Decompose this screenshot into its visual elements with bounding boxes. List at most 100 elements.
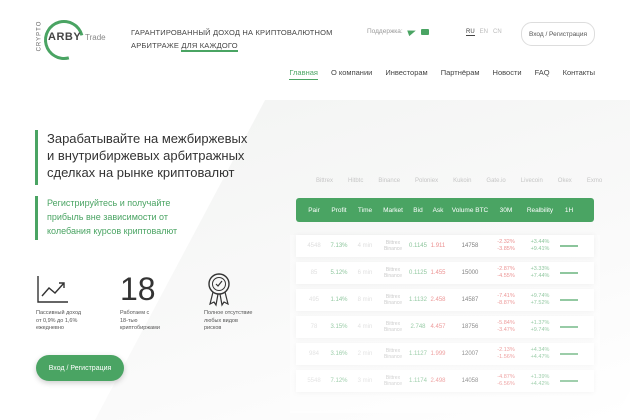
nav-news[interactable]: Новости xyxy=(493,68,522,80)
time-cell-value: 4 min xyxy=(357,243,373,249)
hero-title-line: Зарабатывайте на межбиржевых xyxy=(47,131,248,146)
profit-cell: 5.12% xyxy=(326,270,352,276)
volume-cell: 14758 xyxy=(448,243,492,249)
table-row[interactable]: 78 3.15% 4 min Bittrex Binance 2.748 4.457 1875… xyxy=(296,316,594,338)
pair-cell-value: 984 xyxy=(308,351,319,357)
m30-cell-value: -4.55% xyxy=(497,273,515,279)
market-cell-value: Binance xyxy=(383,327,403,333)
m30-cell: -5.84% -3.47% xyxy=(492,320,520,334)
logo[interactable]: CRYPTO ARBY Trade xyxy=(30,12,120,68)
hero-sub-line: Регистрируйтесь и получайте xyxy=(47,198,171,208)
market-cell-value: Binance xyxy=(383,300,403,306)
pair-cell: 495 xyxy=(302,297,326,303)
hero-title-line: и внутрибиржевых арбитражных xyxy=(47,148,245,163)
ask-cell-value: 1.455 xyxy=(430,270,446,276)
pair-cell: 984 xyxy=(302,351,326,357)
market-cell-value: Binance xyxy=(383,246,403,252)
feature-income: Пассивный доход от 0,9% до 1,6% ежедневн… xyxy=(36,270,98,333)
time-cell-value: 3 min xyxy=(357,378,373,384)
col-pair: Pair xyxy=(308,206,320,214)
realbility-cell: +1.39% +4.42% xyxy=(520,374,560,388)
m30-cell-value: -5.84% xyxy=(497,320,515,326)
table-row[interactable]: 5548 7.12% 3 min Bittrex Binance 1.1174 2.498 1… xyxy=(296,370,594,392)
bid-cell: 1.1174 xyxy=(408,378,428,384)
time-cell: 4 min xyxy=(352,243,378,249)
realbility-cell: +3.33% +7.44% xyxy=(520,266,560,280)
table-row[interactable]: 85 5.12% 6 min Bittrex Binance 0.1125 1.455 150… xyxy=(296,262,594,284)
realbility-cell-value: +9.41% xyxy=(530,246,550,252)
market-cell: Bittrex Binance xyxy=(378,375,408,387)
m30-cell-value: -7.41% xyxy=(497,293,515,299)
login-button-header[interactable]: Вход / Регистрация xyxy=(521,22,595,46)
nav-contacts[interactable]: Контакты xyxy=(563,68,595,80)
ask-cell: 1.455 xyxy=(428,270,448,276)
exchange-name: Gate.io xyxy=(486,178,506,184)
tagline-line2: АРБИТРАЖЕ ДЛЯ КАЖДОГО xyxy=(131,39,333,52)
exchange-list: Bittrex Hitbtc Binance Poloniex Kukoin G… xyxy=(316,178,602,184)
m30-cell: -4.87% -6.56% xyxy=(492,374,520,388)
hero-title: Зарабатывайте на межбиржевых и внутрибир… xyxy=(47,130,247,181)
time-cell-value: 8 min xyxy=(357,297,373,303)
bid-cell-value: 2.748 xyxy=(410,324,426,330)
hero-sub-accent-bar xyxy=(35,196,38,240)
ask-cell-value: 4.457 xyxy=(430,324,446,330)
col-market: Market xyxy=(383,206,403,214)
trend-line-icon xyxy=(560,380,578,382)
realbility-cell: +3.44% +9.41% xyxy=(520,239,560,253)
lang-ru[interactable]: RU xyxy=(466,29,475,36)
bid-cell-value: 0.1145 xyxy=(409,243,427,249)
table-header: Pair Profit Time Market Bid Ask Volume B… xyxy=(296,198,594,222)
volume-cell-value: 12007 xyxy=(461,351,479,357)
pair-cell-value: 4548 xyxy=(307,243,321,249)
telegram-icon[interactable] xyxy=(406,27,417,36)
ask-cell-value: 2.458 xyxy=(430,297,446,303)
ask-cell: 2.498 xyxy=(428,378,448,384)
col-30m: 30M xyxy=(499,206,513,214)
table-row[interactable]: 495 1.14% 8 min Bittrex Binance 1.1132 2.458 14… xyxy=(296,289,594,311)
table-row[interactable]: 984 3.16% 2 min Bittrex Binance 1.1127 1.999 12… xyxy=(296,343,594,365)
profit-cell: 7.13% xyxy=(326,243,352,249)
login-register-button[interactable]: Вход / Регистрация xyxy=(36,355,124,381)
hero-title-line: сделках на рынке криптовалют xyxy=(47,165,235,180)
col-ask: Ask xyxy=(432,206,444,214)
m30-cell-value: -2.13% xyxy=(497,347,515,353)
volume-cell-value: 15000 xyxy=(461,270,479,276)
profit-cell: 3.15% xyxy=(326,324,352,330)
m30-cell: -2.87% -4.55% xyxy=(492,266,520,280)
lang-en[interactable]: EN xyxy=(480,29,488,36)
col-volume: Volume BTC xyxy=(451,206,489,214)
features: Пассивный доход от 0,9% до 1,6% ежедневн… xyxy=(36,270,266,333)
realbility-cell-value: +9.74% xyxy=(530,327,550,333)
profit-cell-value: 3.15% xyxy=(330,324,348,330)
lang-cn[interactable]: CN xyxy=(493,29,502,36)
nav-about[interactable]: О компании xyxy=(331,68,372,80)
exchange-name: Poloniex xyxy=(415,178,439,184)
pair-cell: 4548 xyxy=(302,243,326,249)
table-row[interactable]: 4548 7.13% 4 min Bittrex Binance 0.1145 1.911 1… xyxy=(296,235,594,257)
nav-investors[interactable]: Инвесторам xyxy=(385,68,427,80)
bid-cell-value: 1.1127 xyxy=(409,351,427,357)
nav-faq[interactable]: FAQ xyxy=(535,68,550,80)
col-1h: 1H xyxy=(564,206,574,214)
nav-partners[interactable]: Партнёрам xyxy=(441,68,480,80)
market-cell-value: Binance xyxy=(383,381,403,387)
pair-cell-value: 5548 xyxy=(307,378,321,384)
nav-home[interactable]: Главная xyxy=(289,68,318,80)
trend-line-icon xyxy=(560,272,578,274)
exchange-name: Hitbtc xyxy=(348,178,364,184)
m30-cell-value: -2.32% xyxy=(497,239,515,245)
feature-text: от 0,9% до 1,6% xyxy=(36,317,78,324)
market-cell-value: Binance xyxy=(383,273,403,279)
profit-cell: 7.12% xyxy=(326,378,352,384)
exchange-name: Binance xyxy=(378,178,401,184)
market-cell: Bittrex Binance xyxy=(378,267,408,279)
tagline-line1: ГАРАНТИРОВАННЫЙ ДОХОД НА КРИПТОВАЛЮТНОМ xyxy=(131,28,333,37)
time-cell: 2 min xyxy=(352,351,378,357)
ask-cell: 1.911 xyxy=(428,243,448,249)
realbility-cell-value: +4.42% xyxy=(530,381,550,387)
m30-cell: -7.41% -8.87% xyxy=(492,293,520,307)
volume-cell: 12007 xyxy=(448,351,492,357)
feature-text: ежедневно xyxy=(36,325,64,331)
bid-cell-value: 1.1174 xyxy=(409,378,427,384)
mail-icon[interactable] xyxy=(420,28,429,35)
